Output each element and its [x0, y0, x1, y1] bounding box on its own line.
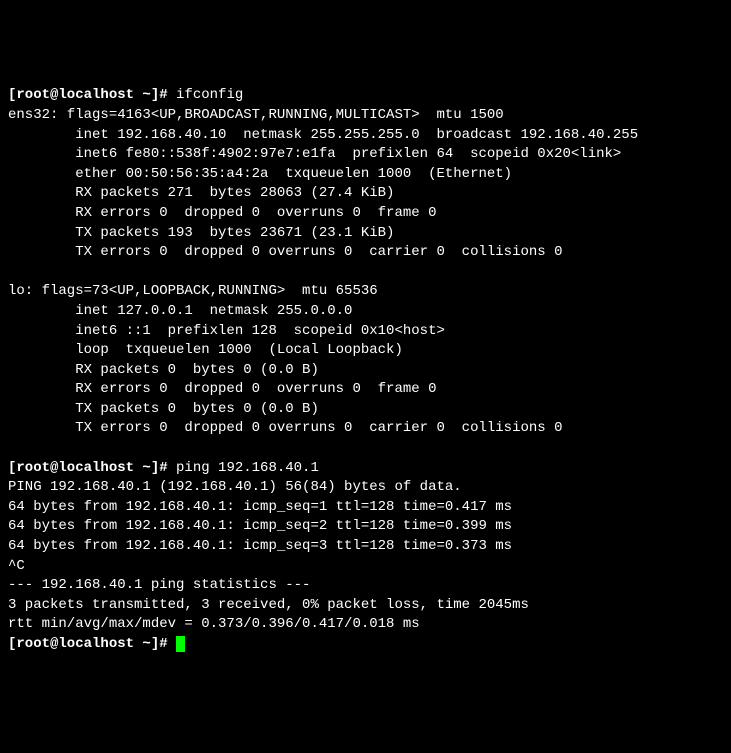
output-line: TX errors 0 dropped 0 overruns 0 carrier… [8, 244, 563, 260]
command-text: ping 192.168.40.1 [176, 460, 319, 476]
terminal-output[interactable]: [root@localhost ~]# ifconfig ens32: flag… [8, 86, 723, 654]
shell-prompt: [root@localhost ~]# [8, 460, 176, 476]
output-line: inet6 ::1 prefixlen 128 scopeid 0x10<hos… [8, 323, 445, 339]
output-line: RX errors 0 dropped 0 overruns 0 frame 0 [8, 381, 436, 397]
output-line: TX errors 0 dropped 0 overruns 0 carrier… [8, 420, 563, 436]
output-line: TX packets 0 bytes 0 (0.0 B) [8, 401, 319, 417]
output-line: RX packets 271 bytes 28063 (27.4 KiB) [8, 185, 394, 201]
output-line: --- 192.168.40.1 ping statistics --- [8, 577, 310, 593]
output-line: 64 bytes from 192.168.40.1: icmp_seq=3 t… [8, 538, 512, 554]
output-line: inet 127.0.0.1 netmask 255.0.0.0 [8, 303, 352, 319]
output-line: RX errors 0 dropped 0 overruns 0 frame 0 [8, 205, 436, 221]
cursor-icon [176, 636, 185, 652]
output-line: TX packets 193 bytes 23671 (23.1 KiB) [8, 225, 394, 241]
output-line: PING 192.168.40.1 (192.168.40.1) 56(84) … [8, 479, 462, 495]
output-line: 3 packets transmitted, 3 received, 0% pa… [8, 597, 529, 613]
output-line: 64 bytes from 192.168.40.1: icmp_seq=2 t… [8, 518, 512, 534]
output-line: inet 192.168.40.10 netmask 255.255.255.0… [8, 127, 638, 143]
output-line: ether 00:50:56:35:a4:2a txqueuelen 1000 … [8, 166, 512, 182]
output-line: lo: flags=73<UP,LOOPBACK,RUNNING> mtu 65… [8, 283, 378, 299]
output-line: ^C [8, 558, 25, 574]
output-line: inet6 fe80::538f:4902:97e7:e1fa prefixle… [8, 146, 621, 162]
output-line: 64 bytes from 192.168.40.1: icmp_seq=1 t… [8, 499, 512, 515]
command-text: ifconfig [176, 87, 243, 103]
output-line: rtt min/avg/max/mdev = 0.373/0.396/0.417… [8, 616, 420, 632]
shell-prompt: [root@localhost ~]# [8, 636, 176, 652]
output-line: ens32: flags=4163<UP,BROADCAST,RUNNING,M… [8, 107, 504, 123]
output-line: RX packets 0 bytes 0 (0.0 B) [8, 362, 319, 378]
output-line: loop txqueuelen 1000 (Local Loopback) [8, 342, 403, 358]
shell-prompt: [root@localhost ~]# [8, 87, 176, 103]
